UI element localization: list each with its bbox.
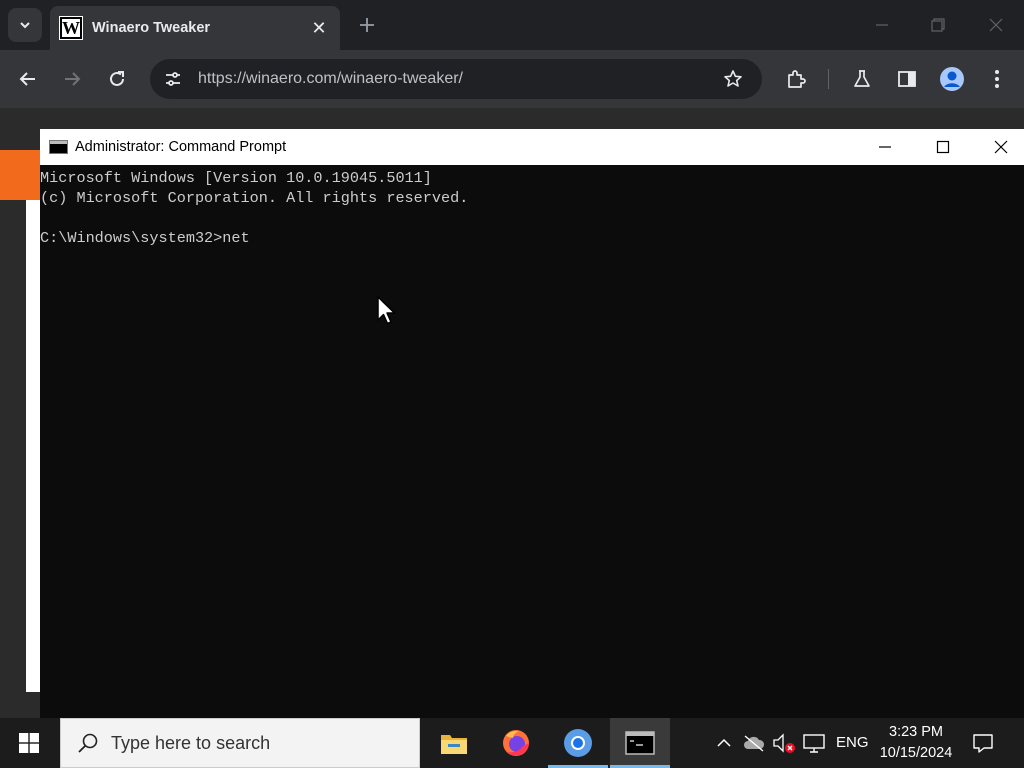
bookmark-button[interactable]: [718, 64, 748, 94]
browser-tab-strip: W Winaero Tweaker ✕: [0, 0, 1024, 50]
forward-button[interactable]: [57, 64, 87, 94]
search-placeholder: Type here to search: [111, 732, 271, 753]
chrome-icon: [564, 729, 592, 757]
cmd-minimize-button[interactable]: [856, 129, 914, 165]
back-button[interactable]: [13, 64, 43, 94]
taskbar-search-box[interactable]: Type here to search: [60, 718, 420, 768]
reload-icon: [110, 71, 124, 86]
cmd-close-button[interactable]: [972, 129, 1024, 165]
extensions-button[interactable]: [781, 64, 811, 94]
address-bar[interactable]: https://winaero.com/winaero-tweaker/: [150, 59, 762, 99]
console-prompt-line[interactable]: C:\Windows\system32>net: [40, 228, 1024, 248]
tab-close-button[interactable]: ✕: [308, 18, 330, 39]
start-button[interactable]: [0, 718, 58, 768]
browser-tab[interactable]: W Winaero Tweaker ✕: [50, 6, 340, 50]
cloud-offline-icon: [744, 735, 765, 752]
tab-title: Winaero Tweaker: [92, 20, 211, 36]
chevron-down-icon: [20, 22, 30, 29]
file-explorer-icon: [441, 735, 467, 754]
side-panel-icon: [898, 71, 916, 87]
restore-icon: [931, 18, 945, 32]
language-indicator[interactable]: ENG: [836, 734, 869, 751]
cmd-window[interactable]: Administrator: Command Prompt Microsoft …: [40, 129, 1024, 718]
new-tab-button[interactable]: [354, 12, 380, 38]
console-line: Microsoft Windows [Version 10.0.19045.50…: [40, 169, 432, 187]
clock-date: 10/15/2024: [879, 745, 953, 761]
labs-icon: [854, 70, 870, 87]
close-icon: [994, 140, 1008, 154]
star-icon: [724, 70, 742, 87]
profile-button[interactable]: [937, 64, 967, 94]
reload-button[interactable]: [102, 64, 132, 94]
site-settings-icon: [166, 72, 180, 86]
back-icon: [19, 72, 35, 86]
forward-icon: [65, 72, 81, 86]
windows-logo-icon: [19, 733, 39, 753]
minimize-icon: [879, 146, 891, 148]
network-icon: [803, 734, 825, 753]
site-settings-button[interactable]: [162, 68, 184, 90]
cmd-console[interactable]: Microsoft Windows [Version 10.0.19045.50…: [40, 165, 1024, 248]
browser-toolbar: https://winaero.com/winaero-tweaker/: [0, 50, 1024, 108]
maximize-icon: [936, 140, 950, 154]
mouse-pointer-icon: [377, 296, 396, 325]
page-edge: [26, 200, 40, 692]
search-icon: [78, 733, 98, 753]
taskbar-firefox[interactable]: [486, 718, 546, 768]
side-panel-button[interactable]: [892, 64, 922, 94]
labs-button[interactable]: [847, 64, 877, 94]
clock-time: 3:23 PM: [889, 724, 943, 740]
volume-muted-icon: [773, 733, 795, 753]
tab-search-button[interactable]: [8, 8, 42, 42]
taskbar-cmd[interactable]: [610, 718, 670, 768]
profile-icon: [940, 67, 964, 91]
desktop-screen: W Winaero Tweaker ✕ https://winaero.com/…: [0, 0, 1024, 768]
cmd-maximize-button[interactable]: [914, 129, 972, 165]
cmd-icon: [625, 731, 655, 755]
network-button[interactable]: [801, 730, 827, 756]
volume-button[interactable]: [771, 730, 797, 756]
action-center-button[interactable]: [968, 728, 998, 758]
chevron-up-icon: [717, 738, 731, 747]
minimize-button[interactable]: [867, 10, 897, 40]
site-header-accent: [0, 150, 40, 200]
clock-button[interactable]: 3:23 PM 10/15/2024: [874, 722, 958, 764]
browser-menu-button[interactable]: [982, 64, 1012, 94]
minimize-icon: [876, 24, 888, 26]
close-icon: [989, 18, 1003, 32]
onedrive-button[interactable]: [741, 730, 767, 756]
url-text[interactable]: https://winaero.com/winaero-tweaker/: [198, 70, 718, 88]
toolbar-separator: [828, 69, 829, 89]
plus-icon: [360, 18, 374, 32]
taskbar: Type here to search ENG 3:23 PM 10/15/20…: [0, 718, 1024, 768]
menu-icon: [995, 70, 999, 88]
browser-close-button[interactable]: [981, 10, 1011, 40]
cmd-icon: [49, 140, 68, 154]
extensions-icon: [788, 70, 806, 88]
show-hidden-icons-button[interactable]: [711, 730, 737, 756]
taskbar-file-explorer[interactable]: [424, 718, 484, 768]
taskbar-chrome[interactable]: [548, 718, 608, 768]
restore-button[interactable]: [923, 10, 953, 40]
notification-icon: [973, 734, 993, 753]
cmd-title: Administrator: Command Prompt: [75, 139, 287, 155]
console-line: (c) Microsoft Corporation. All rights re…: [40, 189, 469, 207]
firefox-icon: [503, 730, 529, 756]
favicon: W: [59, 16, 83, 40]
cmd-titlebar[interactable]: Administrator: Command Prompt: [40, 129, 1024, 165]
